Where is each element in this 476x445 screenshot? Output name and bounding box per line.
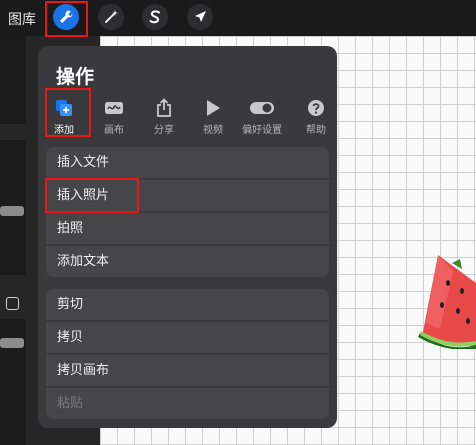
add-copy-icon: [56, 100, 72, 116]
tab-help[interactable]: 帮助: [296, 98, 336, 136]
transform-button[interactable]: [187, 4, 213, 30]
tab-preferences[interactable]: 偏好设置: [242, 98, 282, 136]
gallery-button[interactable]: 图库: [8, 9, 36, 29]
top-toolbar: 图库: [0, 0, 476, 36]
add-text-item[interactable]: 添加文本: [46, 246, 329, 277]
tab-add[interactable]: 添加: [44, 98, 84, 136]
tab-help-label: 帮助: [306, 125, 326, 136]
selection-button[interactable]: [142, 4, 168, 30]
brush-size-slider[interactable]: [0, 206, 24, 216]
menu-group-clipboard: 剪切 拷贝 拷贝画布 粘贴: [46, 289, 329, 419]
play-icon: [207, 100, 220, 116]
canvas-icon: [105, 102, 123, 114]
tab-canvas[interactable]: 画布: [94, 98, 134, 136]
opacity-slider[interactable]: [0, 338, 24, 348]
insert-photo-item[interactable]: 插入照片: [46, 180, 329, 213]
tab-video-label: 视频: [203, 125, 223, 136]
help-icon: [308, 100, 324, 116]
share-icon: [157, 98, 171, 117]
wrench-icon: [60, 10, 73, 23]
tab-preferences-label: 偏好设置: [242, 125, 282, 136]
modify-button[interactable]: [6, 297, 19, 310]
actions-button[interactable]: [53, 4, 79, 30]
menu-group-insert: 插入文件 插入照片 拍照 添加文本: [46, 147, 329, 277]
selection-s-icon: [149, 10, 160, 24]
insert-file-item[interactable]: 插入文件: [46, 147, 329, 180]
take-photo-item[interactable]: 拍照: [46, 213, 329, 246]
tab-add-label: 添加: [54, 125, 74, 136]
copy-item[interactable]: 拷贝: [46, 322, 329, 355]
sidebar-panel-top: [0, 36, 26, 124]
copy-canvas-item[interactable]: 拷贝画布: [46, 355, 329, 388]
toggle-icon: [250, 102, 274, 114]
actions-tabs: 添加 画布 分享 视频 偏好设置 帮助: [42, 98, 334, 138]
panel-title: 操作: [56, 66, 95, 88]
magic-wand-icon: [105, 10, 118, 23]
cut-item[interactable]: 剪切: [46, 289, 329, 322]
paste-item[interactable]: 粘贴: [46, 388, 329, 419]
tab-share[interactable]: 分享: [144, 98, 184, 136]
adjustments-button[interactable]: [98, 4, 124, 30]
watermelon-illustration: [418, 255, 476, 349]
tab-video[interactable]: 视频: [193, 98, 233, 136]
actions-panel: 操作 添加 画布 分享 视频 偏好设置 帮助 插入文件 插入照片 拍照 添加文本…: [38, 46, 337, 428]
tab-share-label: 分享: [154, 125, 174, 136]
arrow-cursor-icon: [195, 11, 206, 22]
tab-canvas-label: 画布: [104, 125, 124, 136]
